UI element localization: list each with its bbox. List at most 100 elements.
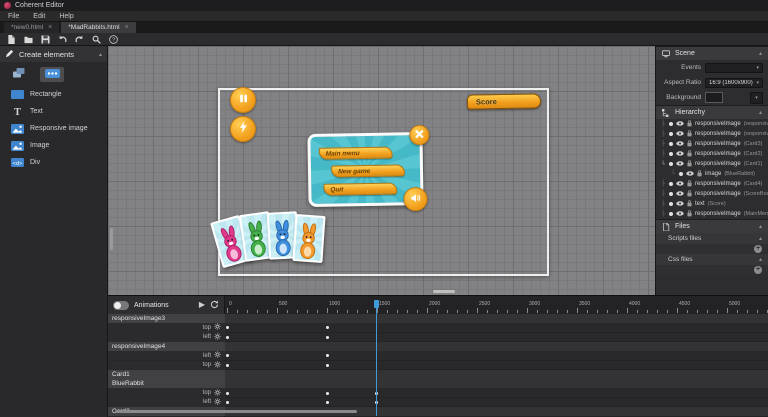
- files-subsection-css-files[interactable]: Css files▴: [656, 254, 768, 265]
- eye-icon[interactable]: [676, 211, 684, 218]
- hierarchy-item-card4[interactable]: ├responsiveImage(Card4): [656, 179, 768, 189]
- gear-icon[interactable]: [214, 323, 221, 332]
- hierarchy-item-score[interactable]: ├text(Score): [656, 199, 768, 209]
- events-select[interactable]: ▾: [705, 63, 763, 73]
- eye-icon[interactable]: [676, 161, 684, 168]
- keyframe-marker[interactable]: [226, 401, 229, 404]
- document-tab-0[interactable]: *new0.html×: [4, 22, 59, 33]
- timeline-horizontal-scrollbar[interactable]: [115, 410, 357, 413]
- menu-button-main-menu[interactable]: Main menu: [319, 147, 393, 160]
- tab-widgets[interactable]: [40, 67, 64, 82]
- eye-icon[interactable]: [676, 131, 684, 138]
- keyframe-marker[interactable]: [326, 364, 329, 367]
- track-lane[interactable]: [225, 333, 768, 342]
- eye-icon[interactable]: [676, 201, 684, 208]
- canvas-horizontal-scrollbar[interactable]: [433, 290, 455, 293]
- play-icon[interactable]: ▶: [199, 301, 205, 309]
- track-group-responsiveimage3[interactable]: responsiveImage3: [108, 314, 225, 323]
- collapse-arrow-icon[interactable]: ▴: [759, 235, 762, 242]
- track-lane[interactable]: [225, 388, 768, 397]
- background-color-swatch[interactable]: [705, 92, 723, 103]
- keyframe-marker[interactable]: [226, 392, 229, 395]
- aspect-ratio-select[interactable]: 16:9 (1600x900)▾: [705, 78, 763, 88]
- track-lane[interactable]: [225, 351, 768, 360]
- selection-dot-icon[interactable]: [669, 142, 673, 146]
- background-dropdown[interactable]: ▾: [750, 92, 763, 104]
- selection-dot-icon[interactable]: [669, 152, 673, 156]
- bolt-button[interactable]: [230, 116, 256, 142]
- selection-dot-icon[interactable]: [669, 212, 673, 216]
- menu-button-new-game[interactable]: New game: [331, 164, 405, 177]
- create-item-rectangle[interactable]: Rectangle: [0, 86, 107, 103]
- canvas-vertical-scrollbar[interactable]: [110, 228, 113, 250]
- save-icon[interactable]: [40, 34, 50, 44]
- gear-icon[interactable]: [214, 351, 221, 360]
- lock-icon[interactable]: [687, 140, 692, 149]
- undo-icon[interactable]: [57, 34, 67, 44]
- selection-dot-icon[interactable]: [669, 122, 673, 126]
- gear-icon[interactable]: [214, 389, 221, 398]
- tab-layers[interactable]: [7, 67, 31, 82]
- lock-icon[interactable]: [687, 120, 692, 129]
- add-file-button[interactable]: +: [754, 245, 762, 253]
- keyframe-marker[interactable]: [226, 364, 229, 367]
- selection-dot-icon[interactable]: [669, 192, 673, 196]
- collapse-arrow-icon[interactable]: ▴: [99, 51, 102, 58]
- selection-dot-icon[interactable]: [669, 132, 673, 136]
- track-lane[interactable]: [225, 314, 768, 323]
- gear-icon[interactable]: [214, 333, 221, 342]
- redo-icon[interactable]: [74, 34, 84, 44]
- eye-icon[interactable]: [676, 191, 684, 198]
- keyframe-marker[interactable]: [326, 401, 329, 404]
- lock-icon[interactable]: [687, 180, 692, 189]
- track-group-card1[interactable]: Card1: [108, 370, 225, 379]
- gear-icon[interactable]: [214, 398, 221, 407]
- create-item-responsive-image[interactable]: Responsive image: [0, 120, 107, 137]
- hierarchy-item-card1[interactable]: ┗responsiveImage(Card1): [656, 159, 768, 169]
- track-lane[interactable]: [225, 361, 768, 370]
- lock-icon[interactable]: [687, 160, 692, 169]
- files-section-header[interactable]: Files ▴: [656, 219, 768, 233]
- playhead[interactable]: [376, 304, 377, 416]
- eye-icon[interactable]: [686, 171, 694, 178]
- menu-item-file[interactable]: File: [8, 13, 19, 20]
- track-prop-top[interactable]: top: [108, 388, 225, 397]
- search-icon[interactable]: [91, 34, 101, 44]
- animations-toggle[interactable]: [113, 301, 129, 310]
- selection-dot-icon[interactable]: [669, 202, 673, 206]
- eye-icon[interactable]: [676, 151, 684, 158]
- keyframe-marker[interactable]: [326, 392, 329, 395]
- hierarchy-item-mainmenu[interactable]: ├responsiveImage(MainMenu): [656, 209, 768, 219]
- tab-close-icon[interactable]: ×: [48, 22, 52, 33]
- lock-icon[interactable]: [687, 150, 692, 159]
- menu-button-quit[interactable]: Quit: [323, 182, 397, 195]
- create-elements-header[interactable]: Create elements ▴: [0, 46, 107, 62]
- add-file-button[interactable]: +: [754, 266, 762, 274]
- hierarchy-item-responsiveimage3[interactable]: ├responsiveImage(responsiveImage3): [656, 119, 768, 129]
- lock-icon[interactable]: [687, 210, 692, 219]
- hierarchy-item-responsiveimage4[interactable]: ├responsiveImage(responsiveImage4): [656, 129, 768, 139]
- hierarchy-item-card2[interactable]: ├responsiveImage(Card2): [656, 149, 768, 159]
- menu-item-edit[interactable]: Edit: [33, 13, 45, 20]
- keyframe-marker[interactable]: [226, 336, 229, 339]
- collapse-arrow-icon[interactable]: ▴: [759, 223, 762, 230]
- design-canvas[interactable]: Score Main menuNew gameQuit: [108, 46, 655, 295]
- selection-dot-icon[interactable]: [669, 182, 673, 186]
- eye-icon[interactable]: [676, 181, 684, 188]
- track-group-responsiveimage4[interactable]: responsiveImage4: [108, 342, 225, 351]
- create-item-div[interactable]: <d>Div: [0, 154, 107, 171]
- track-prop-top[interactable]: top: [108, 323, 225, 332]
- gear-icon[interactable]: [214, 361, 221, 370]
- create-item-image[interactable]: Image: [0, 137, 107, 154]
- main-menu-panel[interactable]: Main menu New game Quit: [307, 132, 423, 207]
- selection-dot-icon[interactable]: [679, 172, 683, 176]
- refresh-icon[interactable]: [210, 296, 219, 314]
- collapse-arrow-icon[interactable]: ▴: [759, 256, 762, 263]
- timeline-keyframe-area[interactable]: 0500100015002000250030003500400045005000: [225, 296, 768, 417]
- track-lane[interactable]: [225, 379, 768, 388]
- track-lane[interactable]: [225, 370, 768, 379]
- track-prop-top[interactable]: top: [108, 361, 225, 370]
- lock-icon[interactable]: [687, 200, 692, 209]
- hierarchy-section-header[interactable]: Hierarchy ▴: [656, 105, 768, 119]
- lock-icon[interactable]: [687, 130, 692, 139]
